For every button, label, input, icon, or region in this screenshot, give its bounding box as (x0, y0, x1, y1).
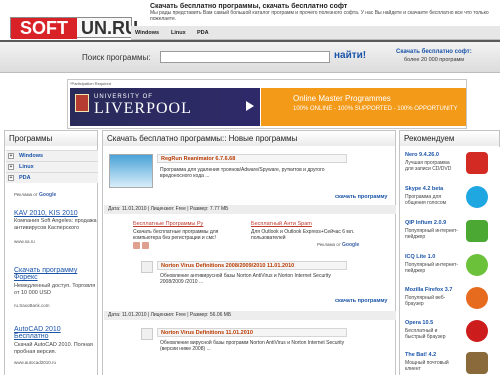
rec-desc: Программа для общения голосом (405, 194, 447, 206)
sidebar-item-linux[interactable]: + Linux (6, 161, 98, 172)
google-ads-label[interactable]: Реклама от Google (14, 192, 56, 198)
inline-ad-text: Для Outlook и Outlook Express+Сейчас 6 м… (251, 229, 355, 241)
prev-arrow-icon[interactable] (133, 242, 140, 249)
nav-windows[interactable]: Windows (135, 28, 159, 38)
ads-by-text: Реклама от (317, 242, 341, 247)
rec-desc: Бесплатный и быстрый браузер (405, 328, 446, 340)
program-icon[interactable] (141, 261, 153, 273)
ad-text: Скачай AutoCAD 2010. Полная пробная верс… (14, 342, 93, 355)
inline-ad-link[interactable]: Бесплатные Программы Ру (133, 221, 203, 227)
plus-icon: + (8, 164, 14, 170)
ad-text: Немедленный доступ. Торговля от 10 000 U… (14, 283, 96, 296)
rec-desc: Популярный интернет-пейджер (405, 262, 459, 274)
main-content: RegRun Reanimator 6.7.6.68 Программа для… (102, 146, 396, 375)
right-column-header: Рекомендуем (399, 130, 500, 147)
icq-icon[interactable] (466, 254, 488, 276)
right-sidebar: Nero 9.4.26.0 Лучшая программа для запис… (399, 146, 499, 375)
ad-link-autocad[interactable]: AutoCAD 2010 Бесплатно (14, 326, 97, 340)
ad-participation: *Participation Required (70, 81, 111, 86)
program-title[interactable]: Norton Virus Definitions 2008/2009/2010 … (157, 261, 347, 270)
program-desc: Обновление вирусной базы программ Norton… (160, 340, 345, 352)
rec-desc: Лучшая программа для записи CD/DVD (405, 160, 452, 172)
download-button[interactable]: скачать программу (335, 298, 387, 304)
logo-text-soft: SOFT (11, 18, 77, 39)
inline-ad-text: Скачать бесплатные программы для компьют… (133, 229, 219, 241)
next-arrow-icon[interactable] (142, 242, 149, 249)
rec-title[interactable]: Opera 10.5 (405, 320, 433, 326)
play-icon (246, 101, 254, 111)
program-meta: Дата: 11.01.2010 | Лицензия: Free | Разм… (104, 205, 396, 214)
rec-title[interactable]: The Bat! 4.2 (405, 352, 436, 358)
download-button[interactable]: скачать программу (335, 194, 387, 200)
software-count: более 20 000 программ (404, 57, 465, 63)
program-desc: Программа для удаления троянов/Adware/Sp… (160, 167, 325, 179)
thebat-icon[interactable] (466, 352, 488, 374)
google-ads-label[interactable]: Реклама от Google (317, 242, 359, 248)
opera-icon[interactable] (466, 320, 488, 342)
program-desc: Обновление антивирусной базы Norton Anti… (160, 273, 331, 285)
rec-title[interactable]: Nero 9.4.26.0 (405, 152, 439, 158)
rec-desc: Популярный веб-браузер (405, 295, 446, 307)
search-button[interactable]: найти! (334, 50, 366, 61)
inline-ad-link[interactable]: Бесплатный Анти Spam (251, 221, 312, 227)
ad-url[interactable]: ru.SaxoBank.com (14, 303, 50, 308)
program-title[interactable]: RegRun Reanimator 6.7.6.68 (157, 154, 347, 163)
search-input[interactable] (160, 51, 330, 63)
nav-pda[interactable]: PDA (197, 28, 209, 38)
ad-link-kav[interactable]: KAV 2010, KIS 2010 (14, 210, 78, 217)
ad-tagline: 100% ONLINE - 100% SUPPORTED - 100% OPPO… (293, 106, 458, 112)
firefox-icon[interactable] (466, 287, 488, 309)
rec-title[interactable]: Mozilla Firefox 3.7 (405, 287, 452, 293)
crest-icon (75, 94, 89, 112)
nero-icon[interactable] (466, 152, 488, 174)
program-title[interactable]: Norton Virus Definitions 11.01.2010 (157, 328, 347, 337)
search-bar: Поиск программы: найти! Скачать бесплатн… (0, 40, 500, 73)
google-brand: Google (39, 192, 57, 198)
sidebar-item-windows[interactable]: + Windows (6, 150, 98, 161)
site-logo[interactable]: SOFT UN.RU (10, 17, 138, 39)
search-label: Поиск программы: (82, 53, 151, 62)
free-software-link[interactable]: Скачать бесплатно софт: (396, 49, 472, 55)
rec-desc: Мощный почтовый клиент (405, 360, 449, 372)
ads-by-text: Реклама от (14, 192, 38, 197)
ad-link-forex[interactable]: Скачать программу Форекс (14, 267, 97, 281)
plus-icon: + (8, 153, 14, 159)
nav-linux[interactable]: Linux (171, 28, 186, 38)
program-screenshot[interactable] (109, 154, 153, 188)
left-sidebar: + Windows + Linux + PDA Реклама от Googl… (4, 146, 98, 375)
sidebar-item-label: PDA (19, 175, 31, 181)
site-subtitle: Мы рады представить Вам самый большой ка… (150, 10, 489, 22)
program-icon[interactable] (141, 328, 153, 340)
rec-item[interactable]: The Bat! 4.2 Мощный почтовый клиент (404, 352, 498, 375)
left-column-header: Программы (4, 130, 98, 147)
ad-text: Компания Soft Angeles: продажа антивирус… (14, 218, 97, 231)
main-column-header: Скачать бесплатно программы:: Новые прог… (102, 130, 396, 147)
university-logo: UNIVERSITY OF LIVERPOOL (70, 88, 260, 126)
university-name: LIVERPOOL (94, 100, 192, 117)
plus-icon: + (8, 175, 14, 181)
ad-promo: Online Master Programmes 100% ONLINE - 1… (261, 88, 466, 126)
rec-title[interactable]: Skype 4.2 beta (405, 186, 443, 192)
google-brand: Google (342, 242, 360, 248)
logo-text-un: UN.RU (81, 18, 138, 38)
sidebar-item-pda[interactable]: + PDA (6, 172, 98, 183)
skype-icon[interactable] (466, 186, 488, 208)
ad-banner[interactable]: *Participation Required UNIVERSITY OF LI… (67, 79, 467, 129)
sidebar-item-label: Windows (19, 153, 44, 159)
site-title: Скачать бесплатно программы, скачать бес… (150, 3, 348, 10)
qip-icon[interactable] (466, 220, 488, 242)
rec-title[interactable]: ICQ Lite 1.0 (405, 254, 435, 260)
ad-title: Online Master Programmes (293, 94, 391, 103)
top-nav: Windows Linux PDA (131, 26, 500, 40)
sidebar-item-label: Linux (19, 164, 34, 170)
ad-url[interactable]: www.sa.ru (14, 239, 35, 244)
rec-desc: Популярный интернет-пейджер (405, 228, 459, 240)
rec-title[interactable]: QIP Infium 2.0.9 (405, 220, 446, 226)
program-meta: Дата: 11.01.2010 | Лицензия: Free | Разм… (104, 311, 396, 320)
ad-url[interactable]: www.autocad2010.ru (14, 360, 56, 365)
